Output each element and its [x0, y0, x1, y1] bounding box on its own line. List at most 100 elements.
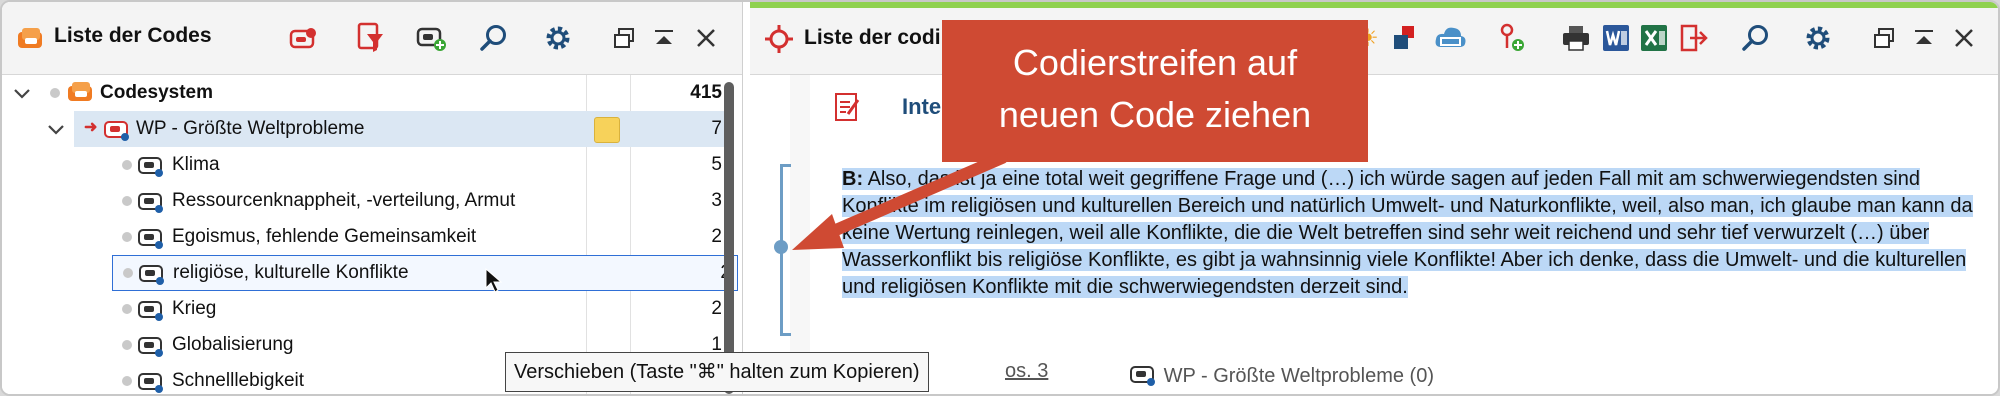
window: Liste der Codes Codesystem 415 ➜ WP - Gr…	[0, 0, 2000, 396]
search-icon	[1742, 25, 1768, 51]
collapse-panel-button[interactable]	[1906, 20, 1942, 56]
chevron-down-icon[interactable]	[46, 119, 66, 139]
code-icon	[138, 373, 163, 393]
coded-segments-header: Liste der codi ☀	[750, 8, 1998, 75]
tree-label: Krieg	[172, 298, 217, 319]
code-tree: Codesystem 415 ➜ WP - Größte Weltproblem…	[2, 75, 742, 394]
code-icon	[1130, 366, 1155, 386]
code-icon	[138, 301, 163, 321]
undock-button[interactable]	[606, 20, 642, 56]
code-icon	[138, 193, 163, 213]
arrow-right-icon: ➜	[84, 119, 98, 136]
status-dot	[122, 376, 132, 386]
code-icon	[138, 229, 163, 249]
callout-line-2: neuen Code ziehen	[998, 94, 1312, 135]
close-panel-button[interactable]	[688, 20, 724, 56]
collapse-icon	[655, 30, 673, 44]
search-button[interactable]	[476, 20, 512, 56]
filter-codes-icon	[357, 22, 383, 52]
new-code-button[interactable]	[1494, 20, 1530, 56]
abc-cloud-icon	[1435, 27, 1466, 47]
status-dot	[122, 160, 132, 170]
panel-title: Liste der Codes	[54, 24, 212, 47]
tree-row-code-selected[interactable]: religiöse, kulturelle Konflikte 2	[112, 255, 738, 293]
abc-cloud-button[interactable]	[1432, 20, 1468, 56]
collapse-panel-button[interactable]	[646, 20, 682, 56]
color-code-button[interactable]	[1386, 20, 1422, 56]
export-button[interactable]	[1676, 20, 1712, 56]
document-icon	[835, 93, 860, 121]
word-export-button[interactable]	[1598, 20, 1634, 56]
gear-icon	[546, 26, 570, 50]
print-button[interactable]	[1558, 20, 1594, 56]
panel-title: Liste der codi	[804, 26, 941, 49]
memo-icon[interactable]	[594, 117, 620, 143]
export-icon	[1680, 24, 1708, 52]
tree-label: Schnelllebigkeit	[172, 370, 305, 391]
search-button[interactable]	[1738, 20, 1774, 56]
undock-icon	[614, 28, 634, 48]
gear-icon	[1806, 26, 1830, 50]
activate-codes-icon	[289, 28, 316, 49]
close-icon	[697, 29, 715, 47]
collapse-icon	[1915, 30, 1933, 44]
annotation-arrow-icon	[792, 152, 1008, 250]
status-dot	[122, 196, 132, 206]
tree-label: Codesystem	[100, 82, 213, 103]
coded-segments-icon	[765, 25, 793, 53]
tree-label: religiöse, kulturelle Konflikte	[173, 262, 409, 283]
tree-label: Globalisierung	[172, 334, 294, 355]
code-icon	[139, 265, 164, 285]
code-icon	[138, 337, 163, 357]
tree-label: WP - Größte Weltprobleme	[136, 118, 365, 139]
close-icon	[1955, 29, 1973, 47]
tree-label: Egoismus, fehlende Gemeinsamkeit	[172, 226, 477, 247]
tree-count: 5	[711, 154, 722, 175]
tree-count: 3	[711, 190, 722, 211]
print-icon	[1563, 26, 1589, 51]
tree-label: Ressourcenknappheit, -verteilung, Armut	[172, 190, 516, 211]
new-code-icon	[1500, 23, 1524, 51]
tree-row-code[interactable]: Klima 5	[2, 147, 742, 183]
code-list-header: Liste der Codes	[2, 2, 742, 75]
excel-export-icon	[1641, 25, 1667, 51]
new-code-icon	[416, 27, 446, 51]
callout-line-1: Codierstreifen auf	[1012, 42, 1298, 83]
segment-footer: os. 3 WP - Größte Weltprobleme (0)	[750, 350, 1998, 394]
segment-code-text: WP - Größte Weltprobleme (0)	[1163, 365, 1435, 387]
code-list-panel: Liste der Codes Codesystem 415 ➜ WP - Gr…	[2, 2, 743, 394]
tree-row-code[interactable]: Krieg 2	[2, 291, 742, 327]
annotation-callout: Codierstreifen auf neuen Code ziehen	[942, 20, 1368, 162]
undock-icon	[1874, 28, 1894, 48]
segment-code-label[interactable]: WP - Größte Weltprobleme (0)	[1130, 360, 1434, 388]
code-icon	[138, 157, 163, 177]
chevron-down-icon[interactable]	[12, 83, 32, 103]
status-dot	[122, 340, 132, 350]
filter-codes-button[interactable]	[352, 20, 388, 56]
status-dot	[122, 232, 132, 242]
status-dot	[50, 88, 60, 98]
tree-row-wp[interactable]: ➜ WP - Größte Weltprobleme 7	[48, 111, 728, 147]
new-code-button[interactable]	[414, 20, 450, 56]
document-title: Inte	[902, 94, 942, 119]
tree-row-code[interactable]: Egoismus, fehlende Gemeinsamkeit 2	[2, 219, 742, 255]
status-dot	[123, 268, 133, 278]
code-icon	[104, 121, 129, 141]
activate-codes-button[interactable]	[286, 20, 322, 56]
position-link[interactable]: os. 3	[1005, 360, 1048, 383]
search-icon	[480, 25, 506, 51]
settings-button[interactable]	[540, 20, 576, 56]
tree-label: Klima	[172, 154, 220, 175]
undock-button[interactable]	[1866, 20, 1902, 56]
tree-count: 415	[690, 82, 722, 103]
tree-count: 7	[711, 118, 722, 139]
code-system-icon	[18, 28, 42, 48]
settings-button[interactable]	[1800, 20, 1836, 56]
excel-export-button[interactable]	[1636, 20, 1672, 56]
close-panel-button[interactable]	[1946, 20, 1982, 56]
tree-row-code[interactable]: Ressourcenknappheit, -verteilung, Armut …	[2, 183, 742, 219]
tree-row-codesystem[interactable]: Codesystem 415	[2, 75, 742, 111]
color-code-icon	[1394, 26, 1414, 49]
tree-count: 2	[711, 226, 722, 247]
scrollbar[interactable]	[724, 82, 734, 394]
